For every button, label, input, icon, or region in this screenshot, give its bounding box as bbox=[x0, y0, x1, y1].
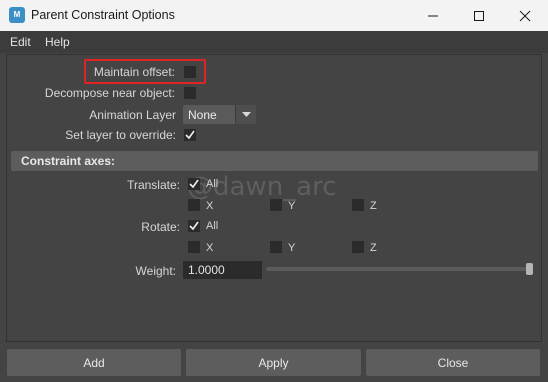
rotate-all-checkbox[interactable] bbox=[188, 220, 200, 232]
maximize-button[interactable] bbox=[456, 0, 502, 31]
maximize-icon bbox=[474, 10, 484, 21]
rotate-z-label: Z bbox=[370, 242, 377, 254]
animation-layer-dropdown[interactable]: None bbox=[183, 105, 256, 124]
checkmark-icon bbox=[189, 179, 199, 189]
translate-z-checkbox[interactable] bbox=[352, 199, 364, 211]
rotate-y-checkbox[interactable] bbox=[270, 241, 282, 253]
weight-label: Weight: bbox=[135, 264, 176, 278]
translate-all-label: All bbox=[206, 178, 219, 190]
apply-button[interactable]: Apply bbox=[186, 349, 361, 376]
weight-value: 1.0000 bbox=[188, 263, 225, 277]
constraint-axes-title: Constraint axes: bbox=[21, 154, 116, 168]
minimize-icon bbox=[428, 15, 438, 16]
minimize-button[interactable] bbox=[410, 0, 456, 31]
chevron-down-icon bbox=[242, 112, 251, 117]
weight-input[interactable]: 1.0000 bbox=[183, 261, 262, 279]
checkmark-icon bbox=[185, 130, 195, 140]
translate-y-label: Y bbox=[288, 200, 296, 212]
menu-bar: Edit Help bbox=[0, 31, 548, 53]
add-button[interactable]: Add bbox=[7, 349, 181, 376]
menu-help[interactable]: Help bbox=[45, 35, 70, 49]
close-icon bbox=[519, 10, 531, 21]
decompose-near-object-checkbox[interactable] bbox=[184, 87, 196, 99]
set-layer-override-label: Set layer to override: bbox=[65, 128, 176, 142]
close-window-button[interactable] bbox=[502, 0, 548, 31]
maya-app-icon: M bbox=[9, 7, 25, 23]
translate-y-checkbox[interactable] bbox=[270, 199, 282, 211]
translate-all-checkbox[interactable] bbox=[188, 178, 200, 190]
rotate-x-label: X bbox=[206, 242, 214, 254]
close-button[interactable]: Close bbox=[366, 349, 540, 376]
constraint-axes-header[interactable]: Constraint axes: bbox=[11, 151, 538, 171]
rotate-y-label: Y bbox=[288, 242, 296, 254]
translate-x-checkbox[interactable] bbox=[188, 199, 200, 211]
animation-layer-value: None bbox=[188, 108, 217, 122]
window-title: Parent Constraint Options bbox=[31, 8, 175, 22]
rotate-label: Rotate: bbox=[141, 220, 180, 234]
rotate-z-checkbox[interactable] bbox=[352, 241, 364, 253]
weight-slider-handle[interactable] bbox=[526, 263, 533, 275]
dropdown-arrow bbox=[235, 105, 256, 124]
menu-edit[interactable]: Edit bbox=[10, 35, 31, 49]
translate-x-label: X bbox=[206, 200, 214, 212]
maintain-offset-label: Maintain offset: bbox=[93, 65, 175, 79]
maintain-offset-checkbox[interactable] bbox=[184, 66, 196, 78]
set-layer-override-checkbox[interactable] bbox=[184, 129, 196, 141]
weight-slider[interactable] bbox=[266, 267, 532, 271]
decompose-near-object-label: Decompose near object: bbox=[44, 86, 175, 100]
rotate-x-checkbox[interactable] bbox=[188, 241, 200, 253]
translate-label: Translate: bbox=[127, 178, 180, 192]
checkmark-icon bbox=[189, 221, 199, 231]
translate-z-label: Z bbox=[370, 200, 377, 212]
title-bar: M Parent Constraint Options bbox=[0, 0, 548, 31]
rotate-all-label: All bbox=[206, 220, 219, 232]
animation-layer-label: Animation Layer bbox=[89, 108, 176, 122]
